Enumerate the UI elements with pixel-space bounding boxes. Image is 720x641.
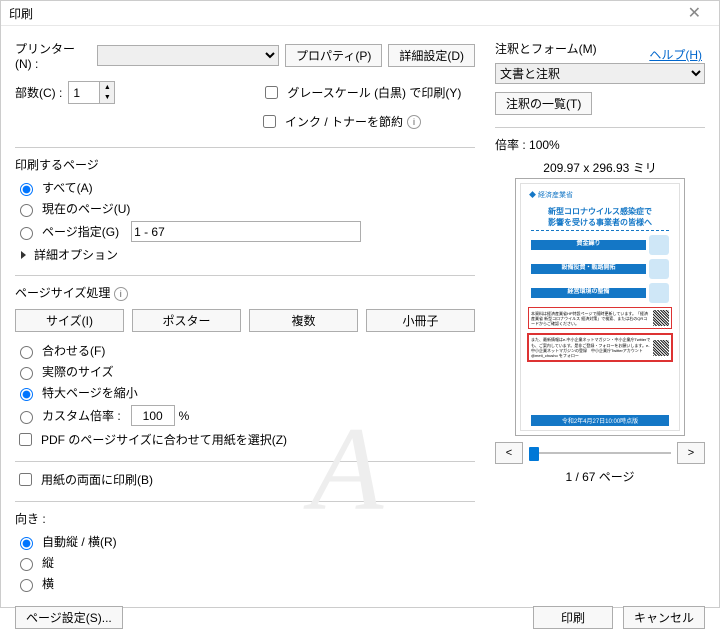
fit-label: 合わせる(F): [42, 342, 105, 359]
custom-scale-input[interactable]: [131, 405, 175, 426]
dialog-content: ヘルプ(H) プリンター(N) : プロパティ(P) 詳細設定(D) 部数(C)…: [1, 26, 719, 596]
orient-auto-label: 自動縦 / 横(R): [42, 533, 117, 550]
info-icon[interactable]: i: [114, 287, 128, 301]
properties-button[interactable]: プロパティ(P): [285, 44, 382, 67]
tab-size[interactable]: サイズ(I): [15, 309, 124, 332]
copies-input[interactable]: [69, 83, 99, 102]
cancel-button[interactable]: キャンセル: [623, 606, 705, 629]
close-icon[interactable]: ✕: [678, 1, 711, 25]
actual-radio[interactable]: [20, 367, 33, 380]
range-all-radio[interactable]: [20, 183, 33, 196]
page-slider[interactable]: [529, 443, 671, 463]
orient-auto-radio[interactable]: [20, 537, 33, 550]
tab-booklet[interactable]: 小冊子: [366, 309, 475, 332]
savetoner-label: インク / トナーを節約: [285, 113, 403, 130]
range-pages-radio[interactable]: [20, 227, 33, 240]
left-panel: ヘルプ(H) プリンター(N) : プロパティ(P) 詳細設定(D) 部数(C)…: [15, 40, 475, 596]
orient-portrait-radio[interactable]: [20, 558, 33, 571]
help-link[interactable]: ヘルプ(H): [649, 46, 702, 63]
next-page-button[interactable]: >: [677, 442, 705, 464]
right-panel: 注釈とフォーム(M) 文書と注釈 注釈の一覧(T) 倍率 : 100% 209.…: [495, 40, 705, 596]
page-indicator: 1 / 67 ページ: [495, 468, 705, 485]
orient-landscape-radio[interactable]: [20, 579, 33, 592]
grayscale-checkbox[interactable]: [265, 86, 278, 99]
shrink-label: 特大ページを縮小: [42, 384, 138, 401]
range-title: 印刷するページ: [15, 156, 475, 173]
more-options[interactable]: 詳細オプション: [34, 246, 118, 263]
copies-label: 部数(C) :: [15, 84, 62, 101]
chevron-up-icon[interactable]: ▲: [99, 82, 114, 93]
tab-poster[interactable]: ポスター: [132, 309, 241, 332]
range-pages-label: ページ指定(G): [42, 223, 119, 240]
actual-label: 実際のサイズ: [42, 363, 114, 380]
zoom-value: 100%: [529, 138, 560, 152]
comments-summary-button[interactable]: 注釈の一覧(T): [495, 92, 592, 115]
custom-label: カスタム倍率 :: [42, 407, 121, 424]
sizing-title: ページサイズ処理 i: [15, 284, 475, 301]
range-current-label: 現在のページ(U): [42, 200, 130, 217]
advanced-button[interactable]: 詳細設定(D): [388, 44, 475, 67]
prev-page-button[interactable]: <: [495, 442, 523, 464]
comments-select[interactable]: 文書と注釈: [495, 63, 705, 84]
printer-row: プリンター(N) : プロパティ(P) 詳細設定(D): [15, 40, 475, 71]
range-pages-input[interactable]: [131, 221, 361, 242]
fit-radio[interactable]: [20, 346, 33, 359]
orient-title: 向き :: [15, 510, 475, 527]
print-button[interactable]: 印刷: [533, 606, 613, 629]
printer-label: プリンター(N) :: [15, 40, 91, 71]
orient-landscape-label: 横: [42, 575, 54, 592]
print-dialog: 印刷 ✕ ヘルプ(H) プリンター(N) : プロパティ(P) 詳細設定(D) …: [0, 0, 720, 608]
chevron-down-icon[interactable]: ▼: [99, 93, 114, 104]
savetoner-checkbox[interactable]: [263, 115, 276, 128]
range-all-label: すべて(A): [42, 179, 93, 196]
copies-stepper[interactable]: ▲ ▼: [68, 81, 115, 104]
paper-source-label: PDF のページサイズに合わせて用紙を選択(Z): [41, 431, 287, 448]
dialog-footer: ページ設定(S)... 印刷 キャンセル: [1, 596, 719, 641]
copies-row: 部数(C) : ▲ ▼ グレースケール (白黒) で印刷(Y): [15, 79, 475, 106]
orient-portrait-label: 縦: [42, 554, 54, 571]
print-preview: ◆ 経済産業省 新型コロナウイルス感染症で影響を受ける事業者の皆様へ 資金繰り …: [515, 178, 685, 436]
paper-dim: 209.97 x 296.93 ミリ: [495, 159, 705, 176]
duplex-checkbox[interactable]: [19, 473, 32, 486]
info-icon[interactable]: i: [407, 115, 421, 129]
zoom-row: 倍率 : 100%: [495, 136, 705, 153]
tab-multi[interactable]: 複数: [249, 309, 358, 332]
duplex-label: 用紙の両面に印刷(B): [41, 471, 153, 488]
custom-radio[interactable]: [20, 411, 33, 424]
sizing-tabs: サイズ(I) ポスター 複数 小冊子: [15, 309, 475, 332]
triangle-right-icon[interactable]: [21, 251, 26, 259]
paper-source-checkbox[interactable]: [19, 433, 32, 446]
shrink-radio[interactable]: [20, 388, 33, 401]
page-setup-button[interactable]: ページ設定(S)...: [15, 606, 123, 629]
preview-nav: < >: [495, 442, 705, 464]
range-current-radio[interactable]: [20, 204, 33, 217]
titlebar: 印刷 ✕: [1, 1, 719, 26]
grayscale-label: グレースケール (白黒) で印刷(Y): [287, 84, 461, 101]
window-title: 印刷: [9, 5, 33, 22]
printer-select[interactable]: [97, 45, 279, 66]
custom-unit: %: [179, 409, 190, 423]
